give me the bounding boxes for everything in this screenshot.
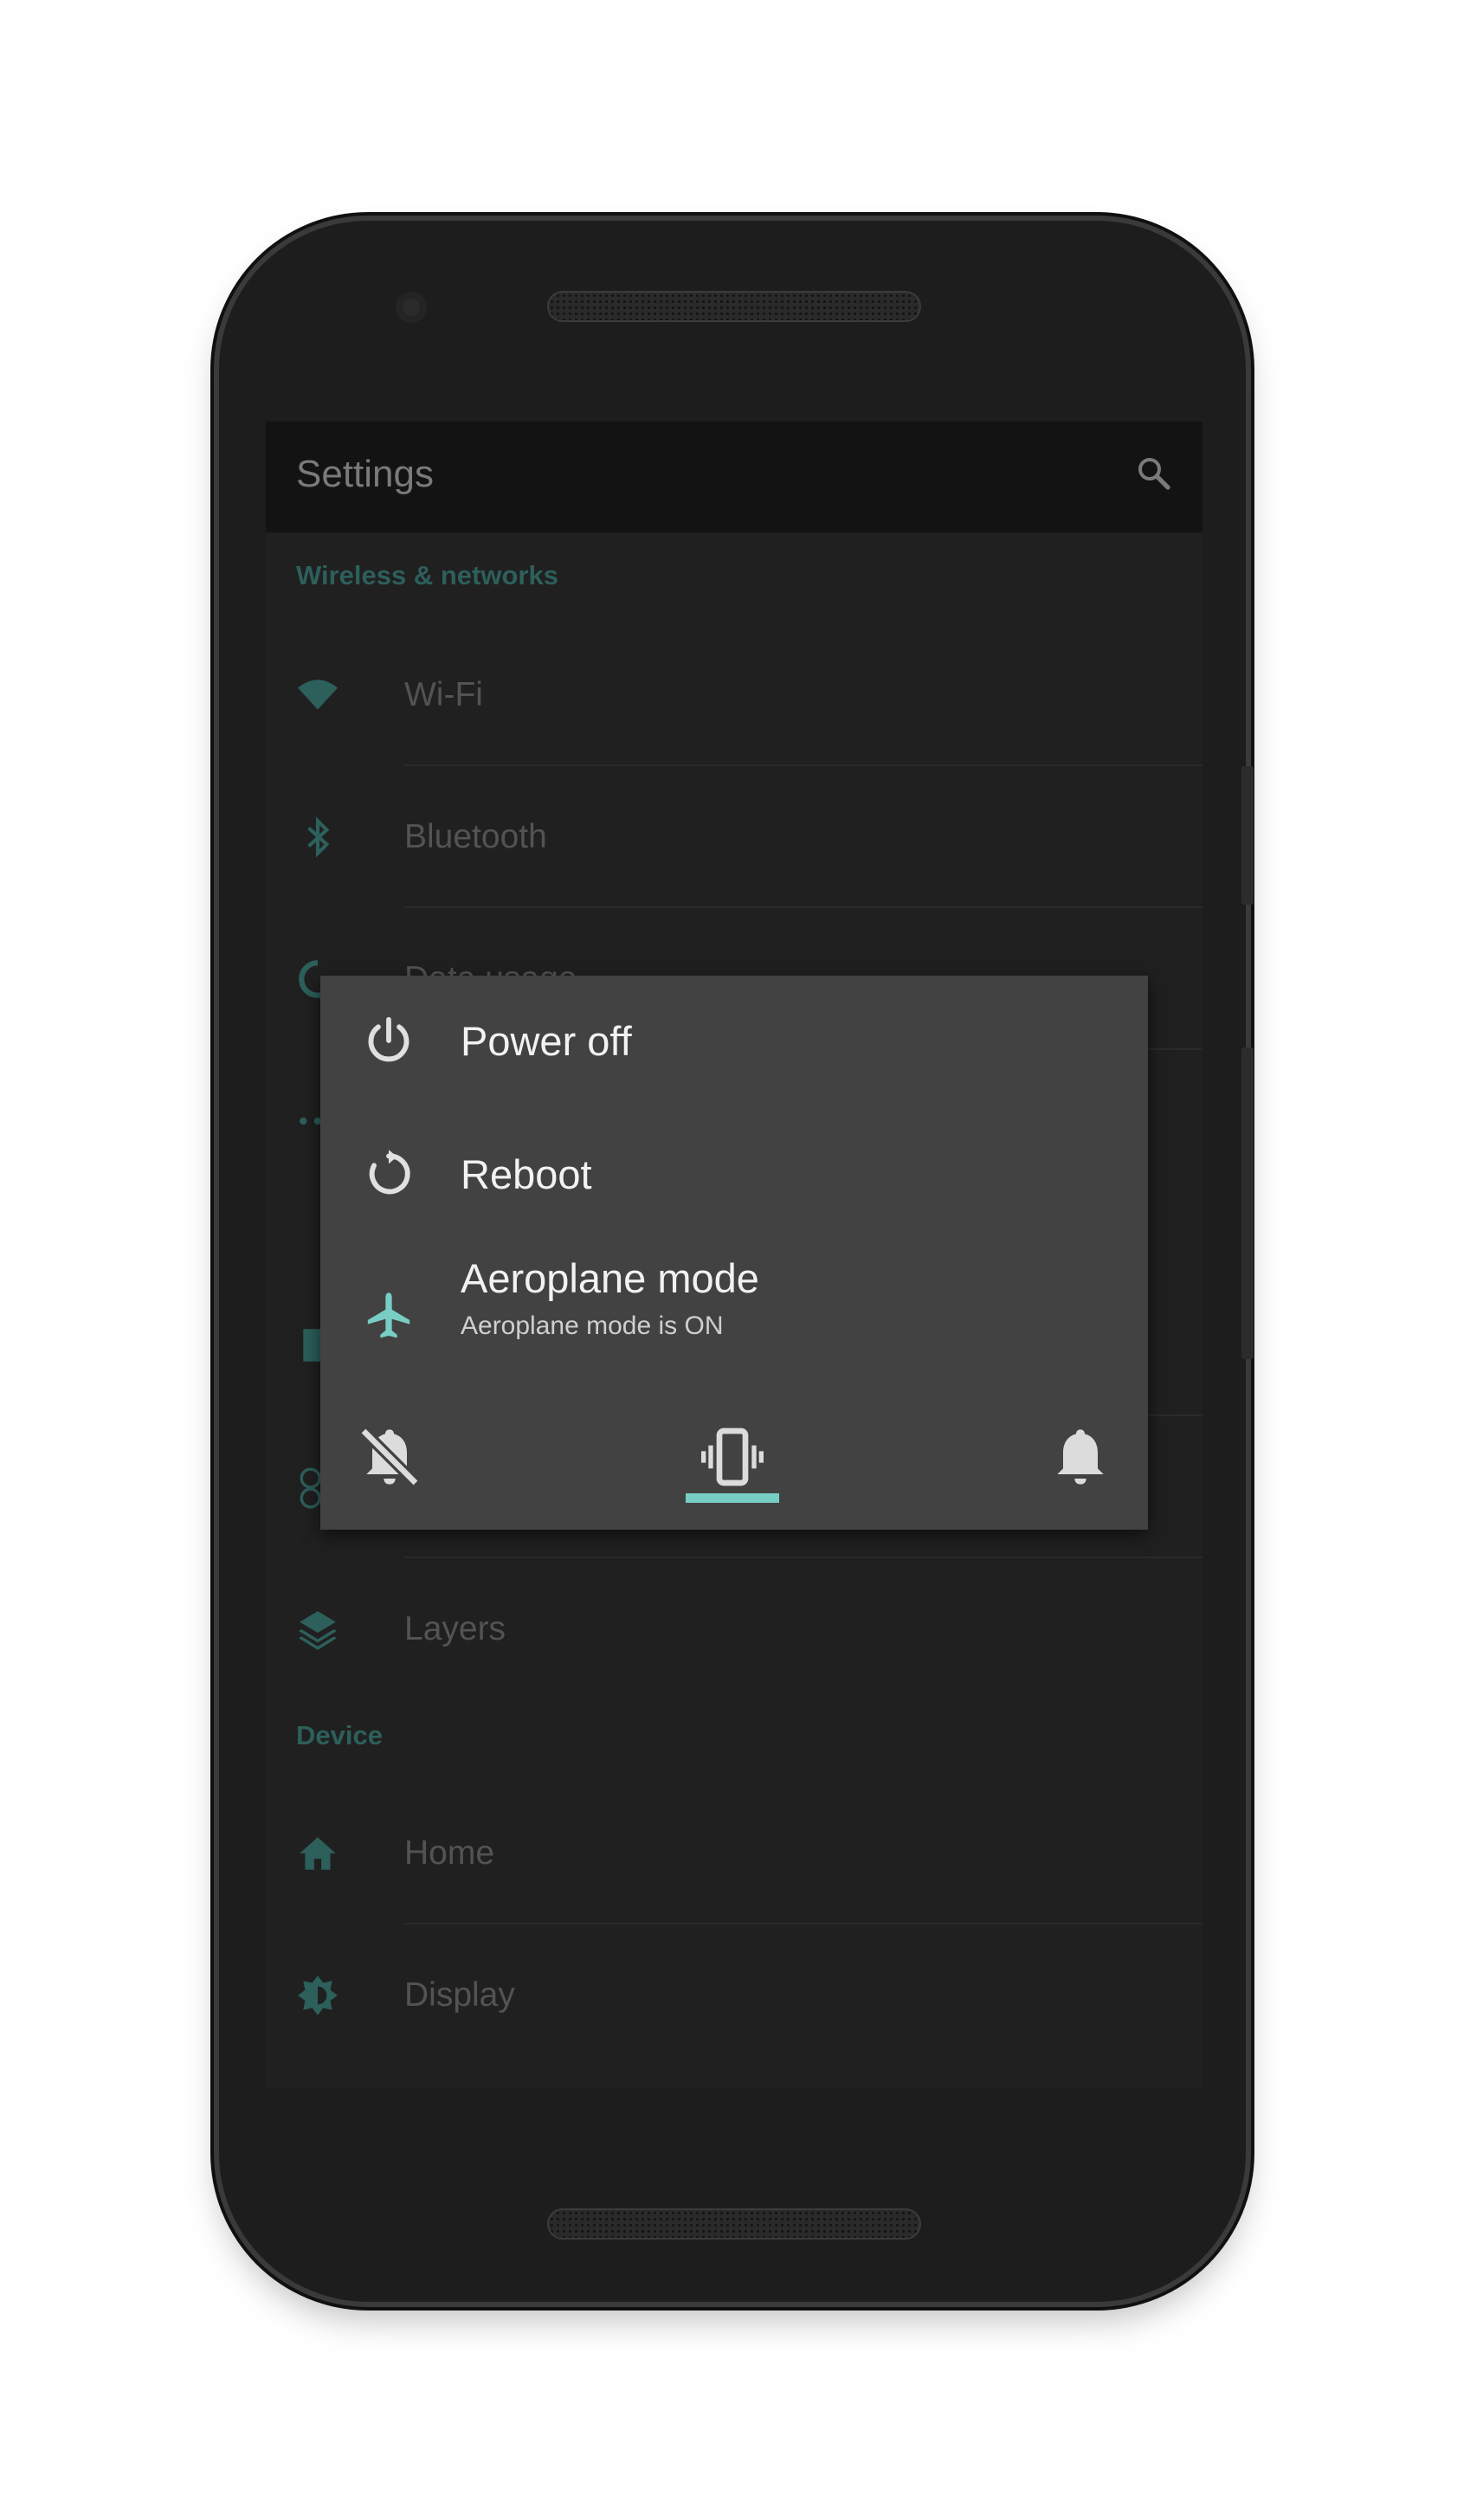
reboot-label: Reboot (461, 1151, 592, 1197)
selected-mode-indicator (686, 1493, 779, 1503)
side-button-volume (1241, 1047, 1254, 1359)
aeroplane-mode-item[interactable]: Aeroplane mode Aeroplane mode is ON (320, 1235, 1148, 1391)
bell-icon[interactable] (1046, 1422, 1115, 1492)
reboot-item[interactable]: Reboot (320, 1105, 1148, 1235)
aeroplane-mode-label: Aeroplane mode (461, 1255, 759, 1301)
power-off-item[interactable]: Power off (320, 976, 1148, 1105)
airplane-icon (367, 1292, 410, 1338)
vibrate-icon[interactable] (698, 1422, 767, 1492)
speaker-grille-top (547, 291, 921, 322)
power-menu-dialog: Power off Reboot Aeroplane mode Aeroplan… (320, 976, 1148, 1530)
front-camera (396, 292, 427, 323)
sound-mode-selector (320, 1408, 1148, 1530)
reboot-icon (369, 1150, 410, 1195)
power-icon (368, 1016, 409, 1062)
power-off-label: Power off (461, 1018, 632, 1064)
bell-off-icon[interactable] (355, 1422, 424, 1492)
speaker-grille-bottom (547, 2208, 921, 2240)
side-button-power (1241, 766, 1254, 905)
aeroplane-mode-status: Aeroplane mode is ON (461, 1312, 724, 1340)
